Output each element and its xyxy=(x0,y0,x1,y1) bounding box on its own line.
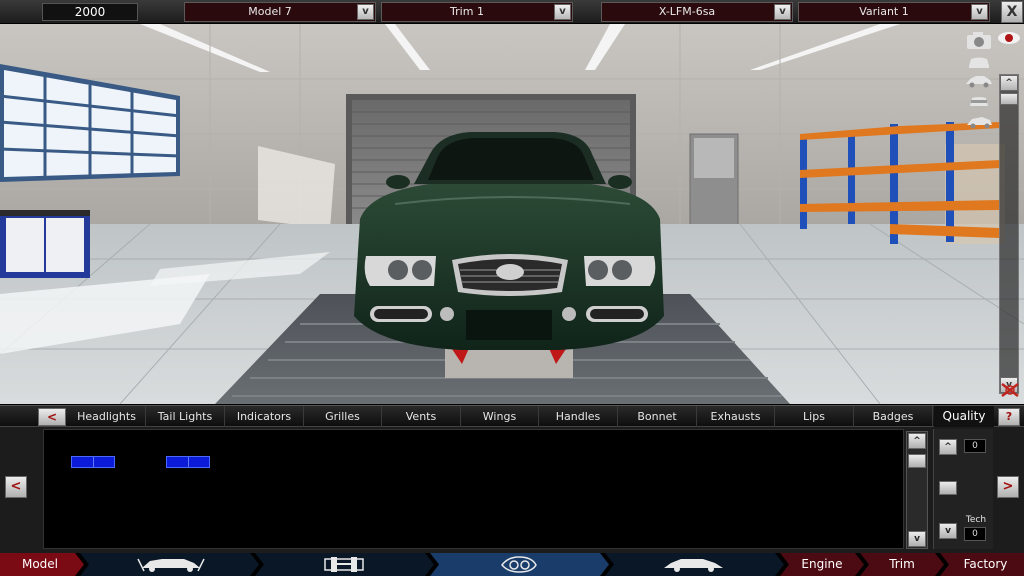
tab-handles[interactable]: Handles xyxy=(539,406,618,427)
car-body-icon xyxy=(664,559,723,572)
garage-scene xyxy=(0,24,1024,404)
tab-vents[interactable]: Vents xyxy=(382,406,461,427)
quality-heading: Quality xyxy=(934,406,994,427)
variant-dropdown-value: Variant 1 xyxy=(859,5,909,18)
part-item-headlight-2[interactable] xyxy=(166,456,210,468)
next-page-button[interactable]: > xyxy=(997,476,1019,498)
car-front-view-icon[interactable] xyxy=(966,54,992,70)
quality-slider-thumb[interactable] xyxy=(939,481,957,495)
model-dropdown-value: Model 7 xyxy=(248,5,292,18)
trim-dropdown-value: Trim 1 xyxy=(450,5,484,18)
body-dropdown-value: X-LFM-6sa xyxy=(658,5,716,18)
tab-headlights[interactable]: Headlights xyxy=(68,406,146,427)
suspension-icon xyxy=(137,558,205,572)
nav-model[interactable]: Model xyxy=(0,553,80,576)
tab-grilles[interactable]: Grilles xyxy=(304,406,382,427)
nav-engine-label: Engine xyxy=(801,557,843,571)
car-rear-view-icon[interactable] xyxy=(966,94,992,110)
quality-up-button[interactable]: ^ xyxy=(939,439,957,455)
quality-value: 0 xyxy=(964,439,986,453)
tab-indicators[interactable]: Indicators xyxy=(225,406,304,427)
part-item-headlight-1[interactable] xyxy=(71,456,115,468)
view-scroll-up-button[interactable]: ^ xyxy=(1000,75,1018,91)
nav-model-label: Model xyxy=(21,557,59,571)
car-side-view-icon[interactable] xyxy=(964,74,994,88)
car-top-view-icon[interactable] xyxy=(964,114,994,130)
bottom-navigation: Model Engine Trim Factory xyxy=(0,553,1024,576)
tech-down-button[interactable]: v xyxy=(939,523,957,539)
camera-icon[interactable] xyxy=(963,30,995,50)
quality-panel: ^ 0 v 0 xyxy=(933,429,993,549)
tab-badges[interactable]: Badges xyxy=(854,406,933,427)
car-viewport[interactable]: ^ v xyxy=(0,24,1024,404)
trim-dropdown[interactable]: Trim 1 v xyxy=(381,2,573,22)
nav-trim-label: Trim xyxy=(889,557,915,571)
nav-factory[interactable]: Factory xyxy=(947,553,1024,576)
variant-dropdown[interactable]: Variant 1 v xyxy=(798,2,990,22)
model-dropdown[interactable]: Model 7 v xyxy=(184,2,376,22)
parts-panel: < ^ v ^ 0 v 0 Tech > xyxy=(0,427,1024,553)
list-scroll-thumb[interactable] xyxy=(908,454,926,468)
body-dropdown-arrow[interactable]: v xyxy=(774,4,791,20)
trim-dropdown-arrow[interactable]: v xyxy=(554,4,571,20)
nav-factory-label: Factory xyxy=(963,557,1008,571)
list-scroll-up-button[interactable]: ^ xyxy=(908,433,926,449)
nav-body[interactable] xyxy=(613,553,775,576)
tab-lips[interactable]: Lips xyxy=(775,406,854,427)
tabs-back-button[interactable]: < xyxy=(38,408,66,426)
parts-list-scrollbar[interactable]: ^ v xyxy=(906,431,928,549)
cabinet xyxy=(0,210,90,278)
tab-exhausts[interactable]: Exhausts xyxy=(697,406,775,427)
top-bar: 2000 Model 7 v Trim 1 v X-LFM-6sa v Vari… xyxy=(0,0,1024,24)
nav-trim[interactable]: Trim xyxy=(867,553,937,576)
tech-value: 0 xyxy=(964,527,986,541)
nav-engine-bay[interactable] xyxy=(263,553,425,576)
prev-page-button[interactable]: < xyxy=(5,476,27,498)
view-scroll-thumb[interactable] xyxy=(1000,93,1018,105)
variant-dropdown-arrow[interactable]: v xyxy=(971,4,988,20)
year-field[interactable]: 2000 xyxy=(42,3,138,21)
headlight-icon xyxy=(501,556,537,573)
list-scroll-down-button[interactable]: v xyxy=(908,531,926,547)
tab-tail-lights[interactable]: Tail Lights xyxy=(146,406,225,427)
model-dropdown-arrow[interactable]: v xyxy=(357,4,374,20)
view-scrollbar[interactable]: ^ v xyxy=(999,74,1019,394)
reset-view-icon[interactable] xyxy=(999,380,1021,400)
close-button[interactable]: X xyxy=(1001,1,1023,23)
nav-chassis[interactable] xyxy=(88,553,250,576)
help-button[interactable]: ? xyxy=(998,408,1020,426)
parts-tab-bar: < Headlights Tail Lights Indicators Gril… xyxy=(0,405,1024,427)
nav-engine[interactable]: Engine xyxy=(787,553,857,576)
tab-wings[interactable]: Wings xyxy=(461,406,539,427)
body-dropdown[interactable]: X-LFM-6sa v xyxy=(601,2,793,22)
eye-icon[interactable] xyxy=(997,30,1021,46)
tab-bonnet[interactable]: Bonnet xyxy=(618,406,697,427)
tech-label: Tech xyxy=(965,515,987,525)
nav-fixtures[interactable] xyxy=(438,553,600,576)
parts-list xyxy=(43,429,904,549)
chassis-icon xyxy=(324,557,364,572)
